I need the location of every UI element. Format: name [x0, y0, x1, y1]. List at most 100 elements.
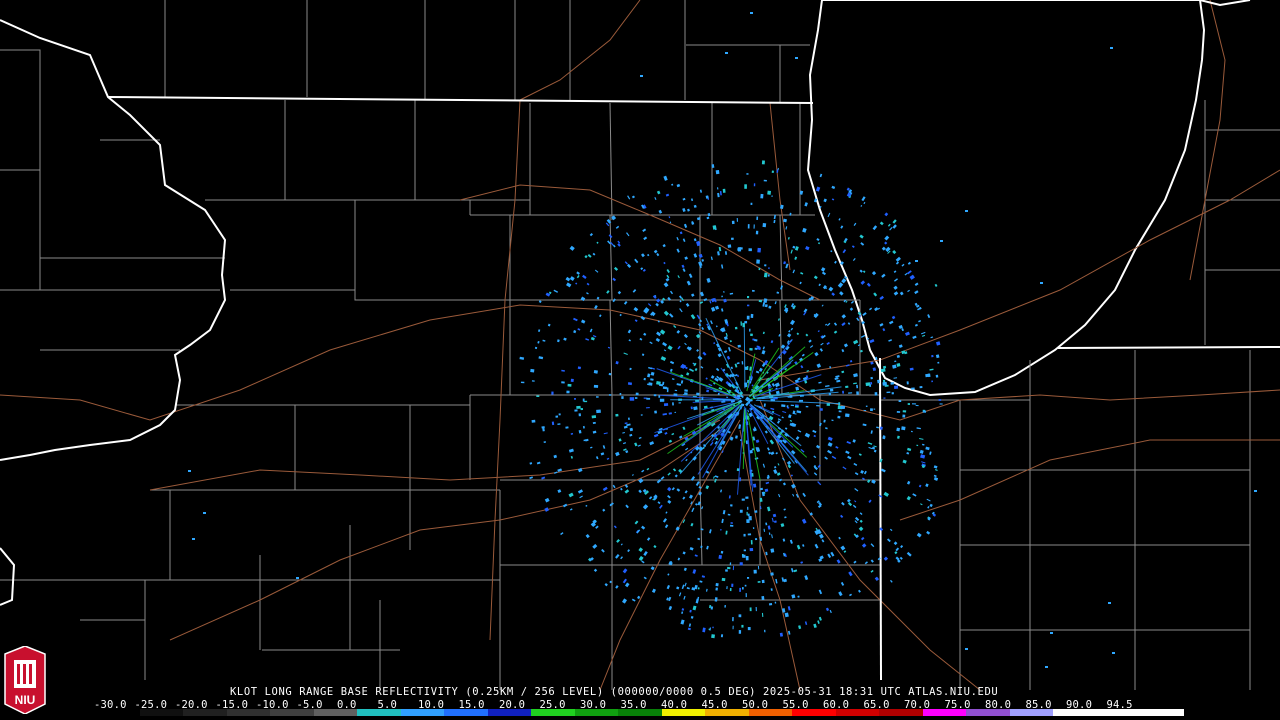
colorbar-swatch-18 — [879, 709, 923, 716]
echo-cell — [752, 338, 755, 341]
echo-cell — [736, 217, 738, 222]
echo-cell — [531, 380, 535, 382]
echo-cell — [643, 377, 646, 381]
echo-cell — [786, 405, 789, 408]
colorbar-swatch-20 — [966, 709, 1010, 716]
echo-cell — [768, 267, 770, 270]
echo-cell — [873, 408, 876, 410]
echo-cell — [635, 397, 638, 399]
echo-cell — [770, 572, 774, 576]
echo-cell — [758, 299, 763, 303]
radar-map — [0, 0, 1280, 720]
colorbar-swatch-7 — [400, 709, 445, 716]
echo-cell — [748, 248, 752, 252]
echo-cell — [574, 409, 578, 412]
echo-cell — [771, 195, 773, 198]
echo-cell — [741, 361, 744, 365]
echo-cell — [551, 391, 554, 395]
echo-cell — [678, 402, 681, 404]
echo-cell — [745, 556, 749, 561]
echo-cell — [555, 415, 559, 418]
echo-cell — [536, 395, 540, 398]
echo-cell — [750, 333, 753, 337]
echo-cell — [596, 396, 599, 398]
echo-cell — [730, 522, 733, 524]
echo-cell — [750, 202, 753, 205]
echo-cell — [747, 627, 751, 631]
echo-cell — [727, 244, 732, 248]
echo-cell — [576, 405, 581, 409]
echo-cell — [922, 410, 927, 413]
echo-cell — [627, 382, 633, 386]
echo-cell — [635, 392, 639, 396]
echo-cell — [640, 414, 643, 416]
colorbar-swatch-17 — [835, 709, 880, 716]
echo-cell — [743, 549, 746, 552]
echo-cell — [882, 381, 887, 386]
echo-cell — [745, 496, 749, 499]
echo-cell — [886, 391, 891, 394]
echo-cell — [925, 373, 930, 378]
echo-cell — [965, 648, 968, 650]
echo-cell — [739, 477, 742, 482]
echo-cell — [696, 392, 700, 396]
echo-cell — [717, 392, 720, 396]
echo-cell — [711, 634, 715, 639]
echo-cell — [520, 381, 525, 384]
echo-cell — [761, 596, 765, 601]
echo-cell — [732, 625, 734, 630]
echo-streak — [712, 398, 740, 401]
echo-cell — [732, 617, 734, 622]
echo-cell — [915, 260, 918, 262]
echo-cell — [531, 419, 536, 423]
colorbar-swatch-2 — [183, 709, 227, 716]
echo-cell — [1040, 282, 1043, 284]
echo-cell — [551, 421, 555, 426]
colorbar-swatch-4 — [270, 709, 314, 716]
echo-cell — [747, 577, 750, 579]
echo-cell — [727, 566, 731, 570]
echo-cell — [640, 75, 643, 77]
echo-cell — [734, 326, 738, 330]
echo-cell — [730, 504, 733, 507]
echo-cell — [721, 577, 726, 582]
echo-cell — [744, 321, 748, 324]
echo-cell — [874, 392, 878, 396]
echo-cell — [896, 427, 901, 432]
echo-cell — [718, 554, 722, 560]
echo-streak — [743, 327, 746, 389]
echo-cell — [1108, 602, 1111, 604]
echo-cell — [757, 581, 761, 583]
echo-cell — [761, 579, 765, 584]
echo-cell — [746, 173, 749, 175]
echo-cell — [743, 533, 746, 537]
colorbar-swatch-16 — [792, 709, 836, 716]
echo-cell — [712, 626, 714, 629]
echo-cell — [907, 403, 910, 405]
echo-cell — [894, 385, 899, 389]
echo-cell — [898, 400, 902, 402]
colorbar-swatch-19 — [922, 709, 967, 716]
colorbar-swatch-9 — [487, 709, 532, 716]
echo-cell — [574, 398, 576, 400]
echo-cell — [1112, 652, 1115, 654]
echo-cell — [747, 506, 749, 510]
echo-cell — [725, 569, 728, 572]
echo-cell — [577, 366, 582, 370]
echo-cell — [771, 170, 774, 174]
echo-cell — [842, 390, 845, 394]
echo-cell — [795, 57, 798, 59]
echo-cell — [746, 315, 750, 320]
reflectivity-colorbar — [96, 709, 1184, 716]
echo-cell — [744, 184, 747, 189]
echo-cell — [761, 160, 765, 165]
echo-cell — [937, 361, 940, 364]
echo-cell — [566, 390, 570, 394]
echo-cell — [931, 380, 933, 383]
colorbar-swatch-14 — [705, 709, 749, 716]
echo-cell — [542, 427, 545, 432]
echo-cell — [570, 378, 574, 382]
product-caption: KLOT LONG RANGE BASE REFLECTIVITY (0.25K… — [230, 686, 999, 698]
echo-cell — [870, 376, 873, 380]
colorbar-swatch-12 — [618, 709, 662, 716]
